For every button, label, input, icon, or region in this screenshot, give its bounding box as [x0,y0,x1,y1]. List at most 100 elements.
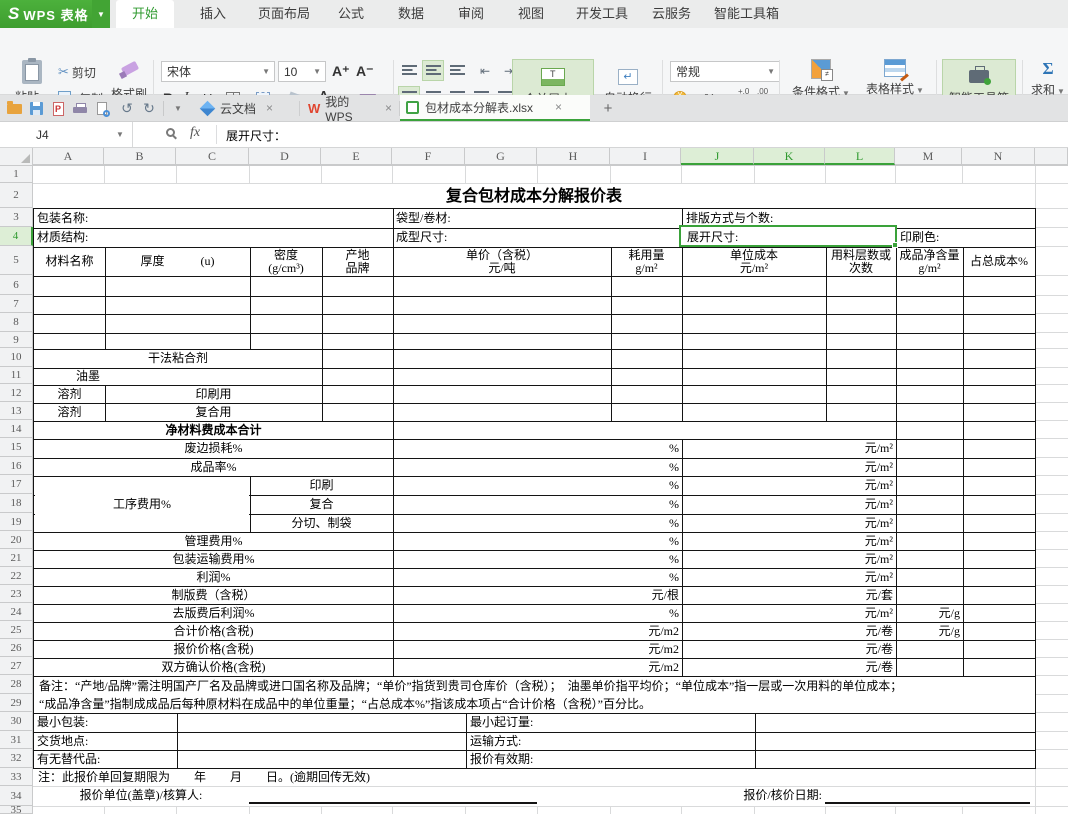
cell-unit[interactable]: 元/m² [682,604,896,622]
row-header-14[interactable]: 14 [0,420,33,438]
row-header-12[interactable]: 12 [0,384,33,402]
name-box-dropdown-arrow[interactable]: ▼ [116,130,124,139]
col-header-consumption[interactable]: 耗用量 g/m² [611,247,682,276]
row-header-30[interactable]: 30 [0,712,33,731]
new-tab-button[interactable]: + [598,99,618,118]
cell-validity[interactable]: 报价有效期: [467,750,754,768]
row-header-9[interactable]: 9 [0,332,33,348]
row-header-13[interactable]: 13 [0,402,33,420]
cell-print-use[interactable]: 印刷用 [105,385,322,403]
column-header-B[interactable]: B [104,148,176,165]
undo-button[interactable]: ↺ [117,99,137,118]
close-tab-icon[interactable]: × [266,101,273,115]
menu-tab-3[interactable]: 页面布局 [252,0,316,28]
close-tab-icon[interactable]: × [385,101,392,115]
menu-tab-2[interactable]: 插入 [194,0,232,28]
cell-unit[interactable]: 元/m2 [393,658,682,676]
col-header-thickness[interactable]: 厚度 (u) [105,247,250,276]
cell-bag-type[interactable]: 袋型/卷材: [393,209,681,228]
row-header-23[interactable]: 23 [0,585,33,603]
cell-unit[interactable]: % [393,532,682,550]
open-file-button[interactable] [4,99,24,118]
row-header-25[interactable]: 25 [0,621,33,639]
row-header-11[interactable]: 11 [0,367,33,384]
cell-solvent-1[interactable]: 溶剂 [34,385,105,403]
row-header-33[interactable]: 33 [0,768,33,786]
row-header-8[interactable]: 8 [0,313,33,332]
row-header-18[interactable]: 18 [0,494,33,513]
select-all-corner[interactable] [0,148,33,166]
column-header-M[interactable]: M [895,148,962,165]
tab-my-wps[interactable]: W 我的WPS × [302,95,398,121]
font-name-select[interactable]: 宋体▼ [161,61,275,82]
cell-laminate-use[interactable]: 复合用 [105,403,322,421]
table-style-button[interactable]: 表格样式▼ [862,59,928,97]
row-header-6[interactable]: 6 [0,275,33,295]
name-box[interactable]: J4 ▼ [0,122,133,147]
col-header-net-content[interactable]: 成品净含量 g/m² [896,247,963,276]
align-middle-button[interactable] [422,60,444,81]
cell-pkg-name[interactable]: 包装名称: [34,209,392,228]
cell-form-size[interactable]: 成型尺寸: [393,228,681,247]
cell-quote-unit[interactable]: 报价单位(盖章)/核算人: [33,786,249,805]
row-header-17[interactable]: 17 [0,475,33,494]
cell-unit[interactable]: 元/m² [682,439,896,458]
row-header-2[interactable]: 2 [0,183,33,208]
cell-note[interactable]: 备注：“产地/品牌”需注明国产厂名及品牌或进口国名称及品牌；“单价”指货到贵司仓… [36,676,1033,713]
menu-tab-6[interactable]: 审阅 [452,0,490,28]
row-header-7[interactable]: 7 [0,295,33,313]
cell-solvent-2[interactable]: 溶剂 [34,403,105,421]
cell-plate-fee[interactable]: 制版费（含税） [34,586,393,604]
col-header-pct-total[interactable]: 占总成本% [963,247,1035,276]
print-preview-button[interactable] [92,99,112,118]
align-bottom-button[interactable] [446,60,468,81]
column-header-E[interactable]: E [321,148,392,165]
row-header-32[interactable]: 32 [0,749,33,768]
cell-unit[interactable]: % [393,458,682,476]
cell-unit[interactable]: 元/g [896,622,963,640]
print-button[interactable] [70,99,90,118]
row-header-20[interactable]: 20 [0,531,33,549]
cell-unit[interactable]: 元/m² [682,495,896,514]
cell-unit[interactable]: 元/m2 [393,622,682,640]
redo-button[interactable]: ↻ [139,99,159,118]
cell-total-price[interactable]: 合计价格(含税) [34,622,393,640]
menu-tab-10[interactable]: 智能工具箱 [708,0,785,28]
cell-unit[interactable]: 元/套 [682,586,896,604]
cell-transport-mode[interactable]: 运输方式: [467,732,754,750]
cell-unit[interactable]: 元/g [896,604,963,622]
selection-fill-handle[interactable] [892,242,898,248]
cell-net-total[interactable]: 净材料费成本合计 [34,421,393,439]
cell-unit[interactable]: 元/根 [393,586,682,604]
row-header-5[interactable]: 5 [0,246,33,275]
cell-unit[interactable]: 元/m² [682,514,896,532]
decrease-indent-button[interactable]: ⇤ [474,60,496,81]
cell-ink[interactable]: 油墨 [34,368,322,385]
column-header-J[interactable]: J [681,148,754,165]
cell-delivery-place[interactable]: 交货地点: [34,732,176,750]
wps-logo[interactable]: S WPS 表格 [0,0,92,28]
row-header-1[interactable]: 1 [0,166,33,183]
row-header-15[interactable]: 15 [0,438,33,457]
col-header-unit-cost[interactable]: 单位成本 元/m² [682,247,826,276]
menu-tab-7[interactable]: 视图 [512,0,550,28]
col-header-material[interactable]: 材料名称 [34,247,105,276]
cell-unit[interactable]: % [393,495,682,514]
cell-slitting[interactable]: 分切、制袋 [250,514,393,532]
cell-min-order[interactable]: 最小起订量: [467,713,754,732]
cell-unit[interactable]: % [393,439,682,458]
cell-material-structure[interactable]: 材质结构: [34,228,392,247]
search-icon[interactable] [166,128,175,137]
cell-unit[interactable]: % [393,476,682,495]
cell-pack-transport[interactable]: 包装运输费用% [34,550,393,568]
logo-dropdown-arrow[interactable]: ▼ [92,0,110,28]
cell-unit[interactable]: 元/m² [682,550,896,568]
cell-dry-adhesive[interactable]: 干法粘合剂 [34,349,322,368]
cell-reply-note[interactable]: 注：此报价单回复期限为 年 月 日。(逾期回传无效) [35,768,675,786]
cell-min-pack[interactable]: 最小包装: [34,713,176,732]
column-header-K[interactable]: K [754,148,825,165]
column-header-L[interactable]: L [825,148,895,165]
cell-print-color[interactable]: 印刷色: [897,228,1035,247]
cell-unit[interactable]: 元/卷 [682,658,896,676]
save-button[interactable] [26,99,46,118]
